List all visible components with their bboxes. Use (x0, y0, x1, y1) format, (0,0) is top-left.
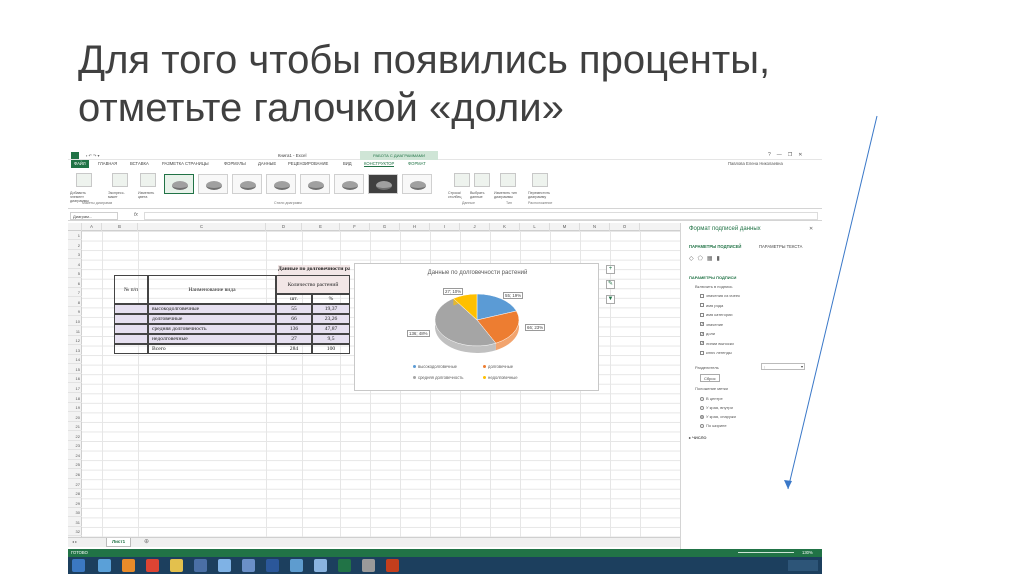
annotation-arrow (784, 115, 878, 490)
arrow-head (784, 480, 792, 489)
arrow-line (787, 115, 878, 490)
